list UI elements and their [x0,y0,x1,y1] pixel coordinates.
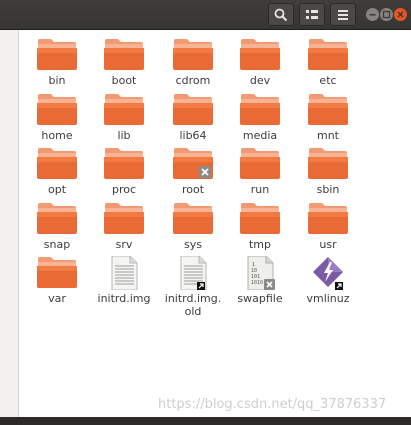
svg-text:1010: 1010 [251,280,263,286]
file-item-label: lib64 [179,129,207,142]
file-item-bin[interactable]: bin [24,38,90,87]
file-item-label: boot [111,74,137,87]
file-item-label: initrd.img [97,292,151,305]
binary-file-icon: 1 10 101 1010 [240,255,280,291]
folder-icon [104,147,144,179]
file-item-sbin[interactable]: sbin [295,147,361,196]
file-item-label: initrd.img. old [164,292,222,318]
folder-icon [308,38,348,70]
search-icon [274,8,288,21]
file-item-root[interactable]: root [160,147,226,196]
file-item-label: srv [115,238,133,251]
status-strip [0,417,411,425]
hamburger-menu-icon [338,9,348,20]
folder-icon [240,147,280,179]
watermark: https://blog.csdn.net/qq_37876337 [158,397,387,412]
file-item-label: media [242,129,278,142]
close-button[interactable] [394,8,407,21]
file-item-label: mnt [317,129,339,142]
minimize-icon [369,14,376,16]
locked-folder-icon [173,147,213,179]
executable-link-icon [308,256,348,290]
folder-icon [37,147,77,179]
file-item-mnt[interactable]: mnt [295,93,361,142]
file-item-etc[interactable]: etc [295,38,361,87]
file-item-lib[interactable]: lib [91,93,157,142]
file-item-label: bin [48,74,66,87]
folder-icon [37,256,77,288]
folder-icon [240,202,280,234]
header-bar [0,0,411,30]
folder-icon [308,93,348,125]
file-item-label: home [41,129,73,142]
file-item-snap[interactable]: snap [24,202,90,251]
file-item-lib64[interactable]: lib64 [160,93,226,142]
file-item-var[interactable]: var [24,256,90,305]
minimize-button[interactable] [366,8,379,21]
file-item-vmlinuz[interactable]: vmlinuz [295,256,361,305]
file-grid: bin boot cdrom dev etc home lib lib64 media mnt op… [19,30,411,417]
file-item-initrd-img-old[interactable]: initrd.img. old [160,255,226,318]
file-item-tmp[interactable]: tmp [227,202,293,251]
file-item-home[interactable]: home [24,93,90,142]
file-item-media[interactable]: media [227,93,293,142]
file-item-label: cdrom [175,74,211,87]
folder-icon [104,202,144,234]
folder-icon [173,202,213,234]
file-item-initrd-img[interactable]: initrd.img [91,255,157,305]
file-item-label: proc [111,183,137,196]
text-file-link-icon [173,255,213,291]
file-item-label: root [181,183,205,196]
folder-icon [308,202,348,234]
file-item-label: run [250,183,270,196]
file-item-label: opt [47,183,67,196]
folder-icon [104,93,144,125]
file-item-label: swapfile [237,292,283,305]
folder-icon [308,147,348,179]
maximize-icon [382,10,391,19]
folder-icon [37,202,77,234]
folder-icon [173,38,213,70]
file-item-label: sbin [316,183,340,196]
file-item-dev[interactable]: dev [227,38,293,87]
file-item-label: etc [319,74,337,87]
maximize-button[interactable] [380,8,393,21]
file-item-run[interactable]: run [227,147,293,196]
file-item-proc[interactable]: proc [91,147,157,196]
folder-icon [104,38,144,70]
file-item-cdrom[interactable]: cdrom [160,38,226,87]
folder-icon [37,38,77,70]
folder-icon [240,38,280,70]
folder-icon [173,93,213,125]
file-item-label: sys [184,238,202,251]
file-item-label: snap [43,238,71,251]
folder-icon [240,93,280,125]
menu-button[interactable] [330,3,356,26]
file-item-opt[interactable]: opt [24,147,90,196]
folder-icon [37,93,77,125]
file-item-boot[interactable]: boot [91,38,157,87]
close-icon [397,11,404,18]
list-view-icon [306,9,318,19]
file-item-label: usr [319,238,337,251]
file-item-label: dev [249,74,271,87]
file-item-swapfile[interactable]: 1 10 101 1010 swapfile [227,255,293,305]
file-item-label: var [48,292,66,305]
view-toggle-button[interactable] [299,3,325,26]
file-item-label: tmp [248,238,271,251]
text-file-icon [104,255,144,291]
file-item-label: lib [117,129,131,142]
file-item-label: vmlinuz [306,292,350,305]
places-sidebar[interactable] [0,30,19,417]
file-item-sys[interactable]: sys [160,202,226,251]
search-button[interactable] [268,3,294,26]
file-item-srv[interactable]: srv [91,202,157,251]
file-item-usr[interactable]: usr [295,202,361,251]
